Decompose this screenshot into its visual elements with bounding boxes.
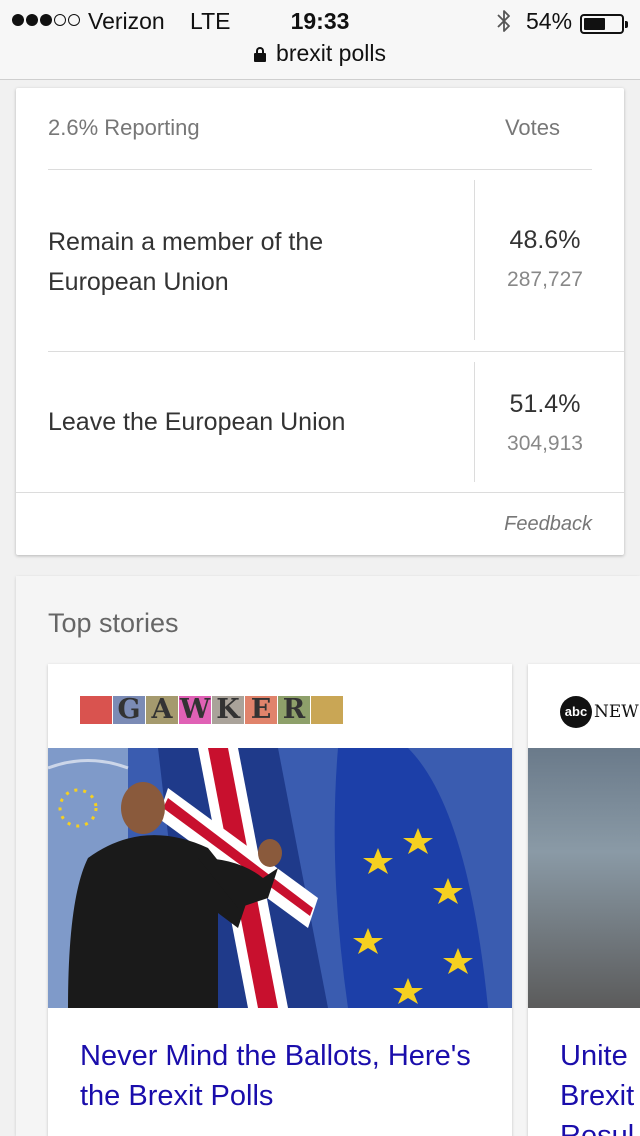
result-row-leave: Leave the European Union 51.4% 304,913 bbox=[16, 352, 624, 493]
results-header: 2.6% Reporting Votes bbox=[48, 88, 592, 170]
abc-news-logo: abc NEWS bbox=[560, 696, 640, 728]
story-image bbox=[528, 748, 640, 1008]
column-divider bbox=[474, 362, 475, 482]
story-card-gawker[interactable]: GAWKER Never Mind the Ballots, Here's th… bbox=[48, 664, 512, 1136]
url-text: brexit polls bbox=[276, 40, 386, 66]
column-divider bbox=[474, 180, 475, 340]
lock-icon bbox=[254, 47, 267, 62]
battery-percent: 54% bbox=[526, 8, 573, 34]
feedback-link[interactable]: Feedback bbox=[504, 513, 592, 536]
top-stories-section: Top stories GAWKER Never Mind the Ballot… bbox=[16, 576, 640, 1136]
vote-percent: 48.6% bbox=[509, 226, 581, 254]
gawker-logo-block: E bbox=[245, 696, 277, 724]
gawker-logo-block: K bbox=[212, 696, 244, 724]
gawker-logo-block: R bbox=[278, 696, 310, 724]
choice-label: Remain a member of the European Union bbox=[48, 228, 324, 296]
gawker-logo-block: G bbox=[113, 696, 145, 724]
story-card-abc-news[interactable]: abc NEWS Unite Brexit Resul bbox=[528, 664, 640, 1136]
story-headline[interactable]: Never Mind the Ballots, Here's the Brexi… bbox=[80, 1036, 500, 1116]
bluetooth-icon bbox=[497, 10, 510, 32]
reporting-status: 2.6% Reporting bbox=[48, 115, 200, 140]
address-bar[interactable]: brexit polls bbox=[0, 40, 640, 67]
votes-column-header: Votes bbox=[504, 115, 560, 140]
choice-label: Leave the European Union bbox=[48, 408, 346, 436]
section-title: Top stories bbox=[48, 608, 179, 638]
gawker-logo-block bbox=[311, 696, 343, 724]
battery-icon bbox=[580, 14, 628, 34]
gawker-logo-block: W bbox=[179, 694, 211, 725]
referendum-results-card: 2.6% Reporting Votes Remain a member of … bbox=[16, 88, 624, 555]
vote-count: 287,727 bbox=[507, 268, 583, 291]
gawker-logo-block bbox=[80, 696, 112, 724]
story-image bbox=[48, 748, 512, 1008]
vote-count: 304,913 bbox=[507, 432, 583, 455]
status-bar: Verizon LTE 19:33 54% brexit polls bbox=[0, 0, 640, 80]
story-headline[interactable]: Unite Brexit Resul bbox=[560, 1036, 634, 1136]
gawker-logo: GAWKER bbox=[80, 696, 343, 724]
gawker-logo-block: A bbox=[146, 696, 178, 724]
vote-percent: 51.4% bbox=[509, 390, 581, 418]
result-row-remain: Remain a member of the European Union 48… bbox=[48, 170, 624, 352]
